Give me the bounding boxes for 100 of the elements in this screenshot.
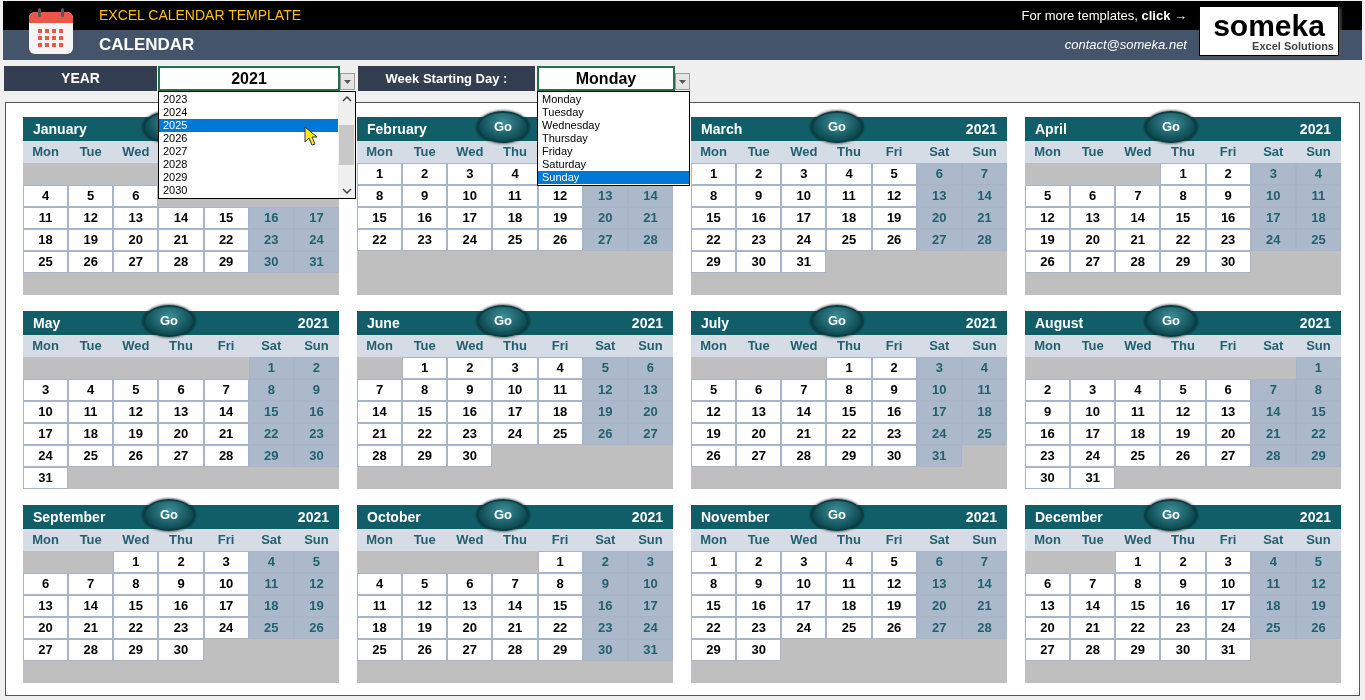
day-cell[interactable]: 22 xyxy=(248,423,294,445)
day-cell[interactable]: 22 xyxy=(691,229,737,251)
day-cell[interactable]: 21 xyxy=(68,617,114,639)
day-cell[interactable]: 19 xyxy=(1160,423,1206,445)
day-cell[interactable]: 16 xyxy=(871,401,917,423)
day-cell[interactable]: 18 xyxy=(826,207,872,229)
dropdown-option[interactable]: 2028 xyxy=(159,158,338,171)
day-cell[interactable]: 7 xyxy=(961,551,1007,573)
day-cell[interactable]: 31 xyxy=(781,251,827,273)
day-cell[interactable]: 5 xyxy=(293,551,339,573)
day-cell[interactable]: 7 xyxy=(1115,185,1161,207)
day-cell[interactable]: 19 xyxy=(402,617,448,639)
day-cell[interactable]: 31 xyxy=(916,445,962,467)
day-cell[interactable]: 8 xyxy=(1295,379,1341,401)
day-cell[interactable]: 4 xyxy=(492,163,538,185)
day-cell[interactable]: 22 xyxy=(203,229,249,251)
day-cell[interactable]: 18 xyxy=(357,617,403,639)
day-cell[interactable]: 29 xyxy=(1295,445,1341,467)
day-cell[interactable]: 18 xyxy=(826,595,872,617)
day-cell[interactable]: 25 xyxy=(826,229,872,251)
day-cell[interactable]: 16 xyxy=(736,595,782,617)
day-cell[interactable]: 6 xyxy=(447,573,493,595)
day-cell[interactable]: 25 xyxy=(1250,617,1296,639)
day-cell[interactable]: 3 xyxy=(1070,379,1116,401)
day-cell[interactable]: 15 xyxy=(691,595,737,617)
day-cell[interactable]: 24 xyxy=(492,423,538,445)
day-cell[interactable]: 9 xyxy=(158,573,204,595)
day-cell[interactable]: 24 xyxy=(1205,617,1251,639)
go-button[interactable]: Go xyxy=(811,305,863,337)
day-cell[interactable]: 14 xyxy=(1115,207,1161,229)
day-cell[interactable]: 29 xyxy=(113,639,159,661)
day-cell[interactable]: 8 xyxy=(537,573,583,595)
day-cell[interactable]: 28 xyxy=(627,229,673,251)
go-button[interactable]: Go xyxy=(143,305,195,337)
day-cell[interactable]: 1 xyxy=(826,357,872,379)
day-cell[interactable]: 19 xyxy=(582,401,628,423)
day-cell[interactable]: 24 xyxy=(1250,229,1296,251)
day-cell[interactable]: 5 xyxy=(68,185,114,207)
day-cell[interactable]: 9 xyxy=(447,379,493,401)
day-cell[interactable]: 4 xyxy=(248,551,294,573)
day-cell[interactable]: 5 xyxy=(691,379,737,401)
day-cell[interactable]: 22 xyxy=(1295,423,1341,445)
day-cell[interactable]: 7 xyxy=(492,573,538,595)
day-cell[interactable]: 2 xyxy=(871,357,917,379)
day-cell[interactable]: 21 xyxy=(1250,423,1296,445)
day-cell[interactable]: 5 xyxy=(1295,551,1341,573)
day-cell[interactable]: 12 xyxy=(68,207,114,229)
day-cell[interactable]: 14 xyxy=(1070,595,1116,617)
day-cell[interactable]: 1 xyxy=(357,163,403,185)
day-cell[interactable]: 29 xyxy=(248,445,294,467)
day-cell[interactable]: 2 xyxy=(158,551,204,573)
day-cell[interactable]: 16 xyxy=(1025,423,1071,445)
day-cell[interactable]: 20 xyxy=(113,229,159,251)
day-cell[interactable]: 10 xyxy=(1205,573,1251,595)
day-cell[interactable]: 19 xyxy=(113,423,159,445)
go-button[interactable]: Go xyxy=(143,499,195,531)
day-cell[interactable]: 25 xyxy=(537,423,583,445)
day-cell[interactable]: 15 xyxy=(248,401,294,423)
day-cell[interactable]: 10 xyxy=(1250,185,1296,207)
day-cell[interactable]: 20 xyxy=(627,401,673,423)
go-button[interactable]: Go xyxy=(477,305,529,337)
day-cell[interactable]: 24 xyxy=(203,617,249,639)
day-cell[interactable]: 22 xyxy=(691,617,737,639)
day-cell[interactable]: 8 xyxy=(691,185,737,207)
day-cell[interactable]: 27 xyxy=(158,445,204,467)
day-cell[interactable]: 8 xyxy=(1115,573,1161,595)
day-cell[interactable]: 29 xyxy=(1160,251,1206,273)
day-cell[interactable]: 5 xyxy=(113,379,159,401)
day-cell[interactable]: 26 xyxy=(1160,445,1206,467)
day-cell[interactable]: 24 xyxy=(781,617,827,639)
day-cell[interactable]: 29 xyxy=(1115,639,1161,661)
day-cell[interactable]: 16 xyxy=(1160,595,1206,617)
day-cell[interactable]: 1 xyxy=(402,357,448,379)
day-cell[interactable]: 28 xyxy=(203,445,249,467)
day-cell[interactable]: 20 xyxy=(582,207,628,229)
day-cell[interactable]: 5 xyxy=(1160,379,1206,401)
logo[interactable]: someka Excel Solutions xyxy=(1199,6,1339,56)
day-cell[interactable]: 15 xyxy=(826,401,872,423)
day-cell[interactable]: 20 xyxy=(447,617,493,639)
day-cell[interactable]: 28 xyxy=(1070,639,1116,661)
day-cell[interactable]: 13 xyxy=(916,185,962,207)
day-cell[interactable]: 19 xyxy=(68,229,114,251)
day-cell[interactable]: 10 xyxy=(916,379,962,401)
day-cell[interactable]: 11 xyxy=(248,573,294,595)
day-cell[interactable]: 26 xyxy=(402,639,448,661)
day-cell[interactable]: 15 xyxy=(402,401,448,423)
day-cell[interactable]: 14 xyxy=(781,401,827,423)
day-cell[interactable]: 4 xyxy=(1295,163,1341,185)
day-cell[interactable]: 30 xyxy=(1160,639,1206,661)
day-cell[interactable]: 26 xyxy=(691,445,737,467)
day-cell[interactable]: 15 xyxy=(357,207,403,229)
day-cell[interactable]: 27 xyxy=(736,445,782,467)
day-cell[interactable]: 29 xyxy=(691,639,737,661)
day-cell[interactable]: 5 xyxy=(871,551,917,573)
day-cell[interactable]: 14 xyxy=(961,185,1007,207)
day-cell[interactable]: 27 xyxy=(916,229,962,251)
week-start-dropdown-button[interactable] xyxy=(675,73,690,90)
day-cell[interactable]: 4 xyxy=(357,573,403,595)
day-cell[interactable]: 17 xyxy=(447,207,493,229)
day-cell[interactable]: 18 xyxy=(248,595,294,617)
